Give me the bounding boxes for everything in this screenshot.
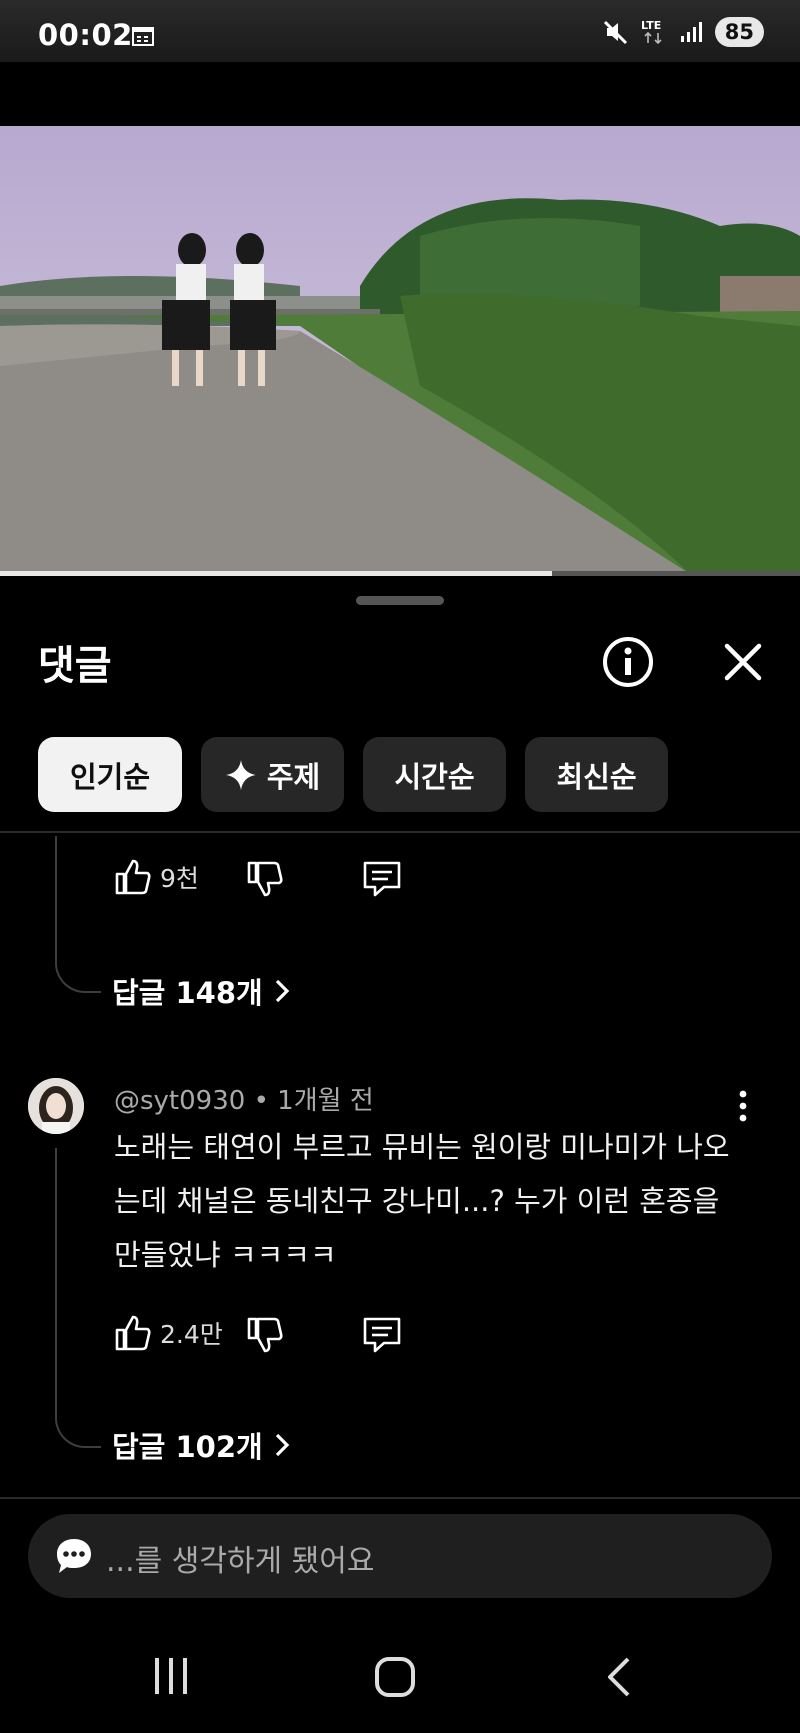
reply-comment-icon[interactable] [362, 1316, 402, 1354]
home-icon[interactable] [374, 1656, 416, 1698]
reply-thread-line [55, 1148, 101, 1448]
comment-input[interactable]: ...를 생각하게 됐어요 [28, 1514, 772, 1598]
thumbs-down-icon[interactable] [246, 1316, 284, 1354]
meta-separator: • [253, 1086, 278, 1116]
comments-title: 댓글 [38, 643, 112, 689]
like-button[interactable]: 2.4만 [114, 1314, 223, 1352]
sheet-drag-handle[interactable] [356, 596, 444, 605]
chevron-right-icon [275, 979, 289, 1003]
comment-author[interactable]: @syt0930 [114, 1086, 245, 1116]
chip-label: 최신순 [556, 759, 637, 794]
status-time: 00:02 [38, 18, 133, 52]
more-options-icon[interactable] [736, 1090, 750, 1122]
comment-meta: @syt0930 • 1개월 전 [114, 1080, 374, 1117]
back-icon[interactable] [604, 1656, 634, 1698]
status-bar: 00:02 LTE 85 [0, 0, 800, 62]
video-player[interactable] [0, 126, 800, 574]
reply-thread-line [55, 836, 101, 993]
sort-chips: 인기순 주제 시간순 최신순 [38, 737, 668, 812]
thumbs-up-icon [115, 1315, 151, 1351]
chevron-right-icon [275, 1433, 289, 1457]
like-count: 9천 [160, 864, 199, 893]
info-icon[interactable] [602, 636, 654, 688]
reply-comment-icon[interactable] [362, 860, 402, 898]
mute-icon [603, 20, 627, 45]
like-button[interactable]: 9천 [114, 858, 199, 896]
svg-text:LTE: LTE [641, 19, 661, 32]
chip-label: 시간순 [394, 759, 475, 794]
video-progress-bar[interactable] [0, 571, 800, 576]
view-replies-button[interactable]: 답글 102개 [112, 1424, 291, 1466]
chip-popular[interactable]: 인기순 [38, 737, 182, 812]
replies-label: 답글 148개 [112, 976, 263, 1010]
sparkle-icon [225, 759, 256, 790]
chip-label: 주제 [266, 759, 321, 794]
comment-input-placeholder: ...를 생각하게 됐어요 [106, 1544, 375, 1579]
comment-text: 노래는 태연이 부르고 뮤비는 원이랑 미나미가 나오는데 채널은 동네친구 강… [114, 1130, 730, 1272]
signal-icon [680, 22, 702, 42]
chip-label: 인기순 [69, 759, 151, 794]
battery-indicator: 85 [714, 17, 764, 47]
chip-time[interactable]: 시간순 [363, 737, 506, 812]
like-count: 2.4만 [160, 1320, 223, 1349]
replies-label: 답글 102개 [112, 1430, 263, 1464]
view-replies-button[interactable]: 답글 148개 [112, 970, 291, 1012]
video-frame [0, 126, 800, 574]
thumbs-down-icon[interactable] [246, 860, 284, 898]
comment-time: 1개월 전 [277, 1086, 374, 1116]
avatar[interactable] [28, 1078, 84, 1134]
recent-apps-icon[interactable] [150, 1656, 192, 1696]
calendar-icon [132, 27, 154, 46]
chip-topic[interactable]: 주제 [201, 737, 344, 812]
lte-icon: LTE [641, 19, 662, 45]
chip-newest[interactable]: 최신순 [525, 737, 668, 812]
video-progress-fill [0, 571, 552, 576]
close-icon[interactable] [722, 641, 764, 683]
divider [0, 1497, 800, 1499]
divider [0, 831, 800, 833]
thumbs-up-icon [115, 859, 151, 895]
speech-bubble-icon [57, 1539, 91, 1573]
